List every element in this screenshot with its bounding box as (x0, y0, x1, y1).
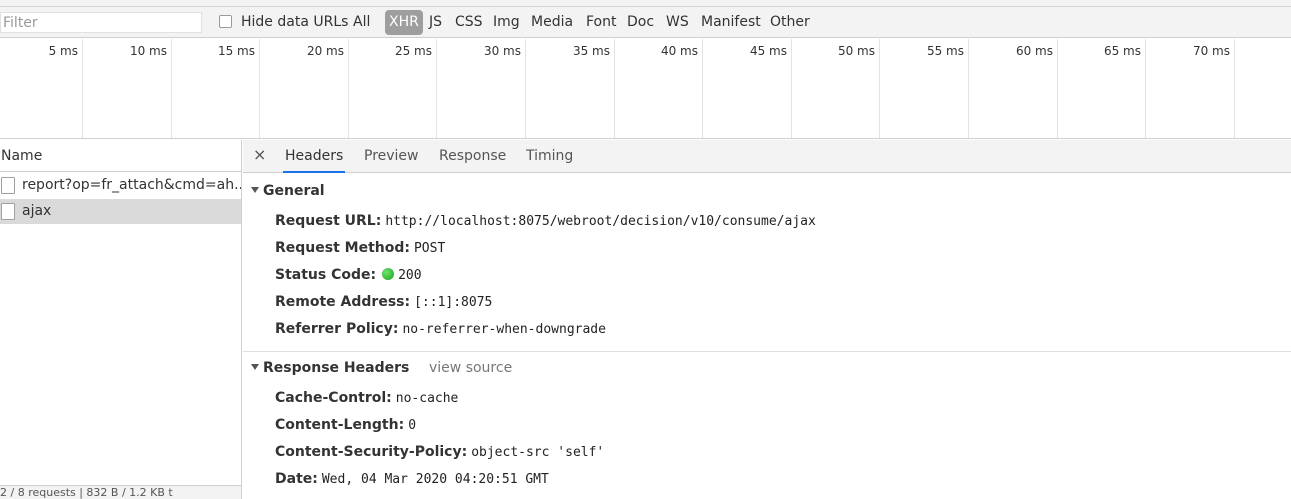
timeline-gridline (436, 39, 437, 138)
document-icon (1, 177, 15, 194)
status-ok-icon (382, 268, 395, 280)
type-filter-other[interactable]: Other (767, 10, 813, 35)
type-filter-all[interactable]: All (350, 10, 373, 35)
timeline-tick-label: 30 ms (483, 44, 521, 58)
date-label: Date: (275, 471, 318, 487)
timeline-gridline (1234, 39, 1235, 138)
timeline-tick-label: 15 ms (217, 44, 255, 58)
tab-response[interactable]: Response (437, 140, 508, 173)
content-length-label: Content-Length: (275, 417, 405, 433)
timeline-gridline (1057, 39, 1058, 138)
status-code-value: 200 (398, 268, 422, 283)
timeline-gridline (348, 39, 349, 138)
timeline-tick-label: 50 ms (837, 44, 875, 58)
status-code-row: Status Code: 200 (275, 267, 422, 283)
content-length-value: 0 (408, 418, 417, 433)
type-filter-css[interactable]: CSS (452, 10, 486, 35)
timeline-gridline (171, 39, 172, 138)
summary-text: 2 / 8 requests | 832 B / 1.2 KB t (0, 486, 173, 499)
timeline-tick-label: 35 ms (572, 44, 610, 58)
timeline-tick-label: 45 ms (749, 44, 787, 58)
response-headers-section-toggle[interactable]: Response Headers (251, 360, 409, 376)
hide-data-urls-checkbox[interactable] (219, 15, 232, 28)
top-strip (0, 0, 1291, 7)
timeline-gridline (791, 39, 792, 138)
content-length-row: Content-Length: 0 (275, 417, 416, 433)
timeline-tick-label: 5 ms (48, 44, 78, 58)
timeline-tick-label: 25 ms (394, 44, 432, 58)
document-icon (1, 203, 15, 220)
general-title: General (263, 183, 325, 199)
request-name: report?op=fr_attach&cmd=ah... (22, 177, 241, 193)
type-filter-manifest[interactable]: Manifest (698, 10, 764, 35)
request-row-report[interactable]: report?op=fr_attach&cmd=ah... (0, 173, 241, 198)
name-column-header[interactable]: Name (0, 140, 241, 172)
request-method-label: Request Method: (275, 240, 410, 256)
request-method-row: Request Method: POST (275, 240, 445, 256)
hide-data-urls-label[interactable]: Hide data URLs (241, 14, 348, 30)
timeline-gridline (702, 39, 703, 138)
request-details-pane: × Headers Preview Response Timing Genera… (243, 140, 1291, 499)
tab-headers[interactable]: Headers (283, 140, 346, 173)
type-filter-img[interactable]: Img (490, 10, 523, 35)
request-url-label: Request URL: (275, 213, 382, 229)
general-section-toggle[interactable]: General (251, 183, 325, 199)
request-url-row: Request URL: http://localhost:8075/webroo… (275, 213, 816, 229)
date-row: Date: Wed, 04 Mar 2020 04:20:51 GMT (275, 471, 549, 487)
type-filter-media[interactable]: Media (528, 10, 576, 35)
cache-control-row: Cache-Control: no-cache (275, 390, 458, 406)
remote-address-value: [::1]:8075 (414, 295, 493, 310)
timeline-tick-label: 70 ms (1192, 44, 1230, 58)
filter-toolbar: Hide data URLs All XHR JS CSS Img Media … (0, 7, 1291, 38)
request-list-pane: Name report?op=fr_attach&cmd=ah... ajax … (0, 140, 242, 499)
cache-control-label: Cache-Control: (275, 390, 392, 406)
summary-status-bar: 2 / 8 requests | 832 B / 1.2 KB t (0, 485, 241, 499)
view-source-link[interactable]: view source (429, 360, 512, 376)
remote-address-row: Remote Address: [::1]:8075 (275, 294, 492, 310)
timeline-gridline (525, 39, 526, 138)
timeline-gridline (879, 39, 880, 138)
type-filter-doc[interactable]: Doc (624, 10, 657, 35)
tab-preview[interactable]: Preview (362, 140, 421, 173)
request-row-ajax[interactable]: ajax (0, 199, 241, 224)
date-value: Wed, 04 Mar 2020 04:20:51 GMT (321, 472, 549, 487)
timeline-tick-label: 7 (1258, 44, 1291, 58)
triangle-down-icon (251, 364, 259, 370)
timeline-tick-label: 60 ms (1015, 44, 1053, 58)
timeline-gridline (82, 39, 83, 138)
status-code-label: Status Code: (275, 267, 377, 283)
timeline-tick-label: 55 ms (926, 44, 964, 58)
section-divider (243, 351, 1291, 352)
filter-input[interactable] (0, 12, 202, 33)
type-filter-xhr[interactable]: XHR (385, 10, 423, 35)
tab-timing[interactable]: Timing (524, 140, 575, 173)
triangle-down-icon (251, 187, 259, 193)
timeline-tick-label: 10 ms (129, 44, 167, 58)
type-filter-js[interactable]: JS (426, 10, 445, 35)
csp-row: Content-Security-Policy: object-src 'self… (275, 444, 604, 460)
timeline-gridline (259, 39, 260, 138)
details-tabbar: × Headers Preview Response Timing (243, 140, 1291, 173)
remote-address-label: Remote Address: (275, 294, 411, 310)
type-filter-ws[interactable]: WS (663, 10, 692, 35)
request-url-value: http://localhost:8075/webroot/decision/v… (385, 214, 816, 229)
close-icon[interactable]: × (253, 145, 266, 164)
request-method-value: POST (413, 241, 446, 256)
referrer-policy-row: Referrer Policy: no-referrer-when-downgra… (275, 321, 606, 337)
timeline-gridline (614, 39, 615, 138)
timeline-overview[interactable]: 5 ms 10 ms 15 ms 20 ms 25 ms 30 ms 35 ms 40 ms 4… (0, 39, 1291, 139)
cache-control-value: no-cache (395, 391, 459, 406)
timeline-gridline (968, 39, 969, 138)
referrer-policy-value: no-referrer-when-downgrade (402, 322, 606, 337)
timeline-tick-label: 20 ms (306, 44, 344, 58)
response-headers-title: Response Headers (263, 360, 410, 376)
timeline-tick-label: 65 ms (1103, 44, 1141, 58)
csp-label: Content-Security-Policy: (275, 444, 468, 460)
timeline-tick-label: 40 ms (660, 44, 698, 58)
timeline-gridline (1145, 39, 1146, 138)
request-name: ajax (22, 203, 52, 219)
csp-value: object-src 'self' (471, 445, 605, 460)
type-filter-font[interactable]: Font (583, 10, 619, 35)
referrer-policy-label: Referrer Policy: (275, 321, 399, 337)
